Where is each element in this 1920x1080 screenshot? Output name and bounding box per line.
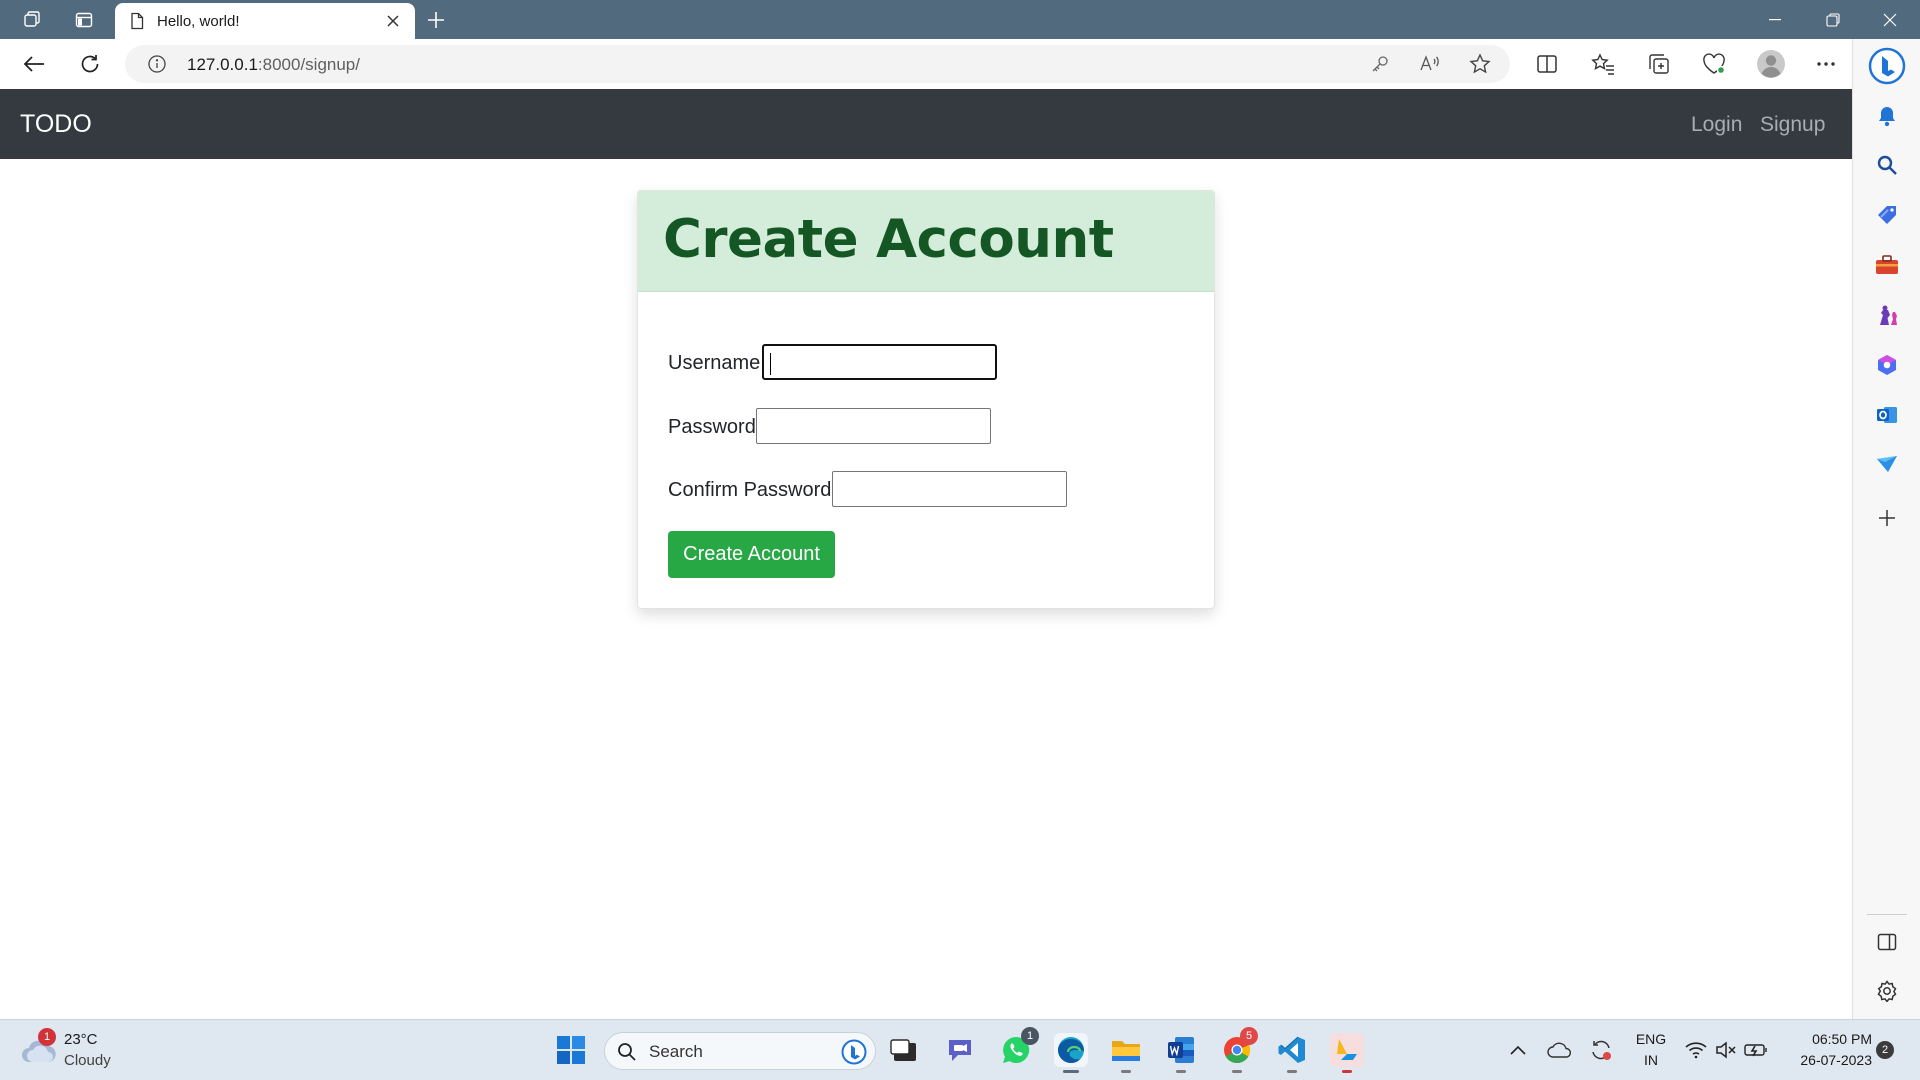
weather-description[interactable]: Cloudy [64,1052,111,1069]
running-app-indicator [1287,1070,1297,1073]
chrome-icon[interactable]: 5 [1220,1027,1258,1073]
bing-search-icon [841,1039,867,1065]
browser-toolbar: 127.0.0.1:8000/signup/ [0,39,1920,89]
username-label: Username [668,352,761,374]
outlook-icon[interactable] [1875,403,1899,427]
refresh-icon[interactable] [76,50,104,78]
pinned-app-icon[interactable] [1330,1033,1364,1073]
site-navbar: TODO Login Signup [0,89,1852,159]
wifi-icon[interactable] [1682,1033,1710,1067]
restore-icon[interactable] [1811,6,1855,34]
page-icon [131,12,144,30]
active-app-indicator [1063,1070,1079,1073]
running-app-indicator [1121,1070,1131,1073]
taskbar-search-box[interactable]: Search [604,1032,876,1070]
tab-active[interactable]: Hello, world! [115,3,415,39]
split-screen-icon[interactable] [1533,50,1561,78]
shopping-tag-icon[interactable] [1875,203,1899,227]
weather-temperature[interactable]: 23°C [64,1031,98,1048]
password-label: Password [668,416,756,438]
bing-copilot-icon[interactable] [1867,46,1907,86]
password-input[interactable] [756,408,991,444]
sync-update-icon[interactable] [1586,1033,1616,1067]
microsoft365-icon[interactable] [1875,353,1899,377]
text-caret [770,353,771,375]
card-header: Create Account [638,191,1214,292]
clock-date[interactable]: 26-07-2023 [1776,1052,1872,1068]
weather-badge: 1 [38,1028,56,1046]
url-text[interactable]: 127.0.0.1:8000/signup/ [187,55,360,75]
onedrive-cloud-icon[interactable] [1545,1033,1575,1067]
whatsapp-badge: 1 [1021,1027,1039,1045]
favorites-icon[interactable] [1589,50,1617,78]
back-icon[interactable] [20,50,48,78]
games-chess-icon[interactable] [1875,303,1899,327]
start-windows-icon[interactable] [554,1033,588,1067]
url-path: :8000/signup/ [257,55,360,74]
nav-signup-link[interactable]: Signup [1760,113,1825,137]
new-tab-icon[interactable] [424,8,448,32]
site-info-icon[interactable] [145,52,169,76]
navbar-brand[interactable]: TODO [20,110,92,139]
address-bar[interactable]: 127.0.0.1:8000/signup/ [125,45,1510,83]
sidebar-settings-gear-icon[interactable] [1875,979,1899,1003]
username-input[interactable] [762,344,997,380]
edge-browser-icon[interactable] [1054,1033,1088,1073]
running-app-indicator [1176,1070,1186,1073]
weather-widget[interactable]: 1 [20,1028,60,1068]
running-app-indicator [1342,1070,1352,1073]
notifications-bell-icon[interactable] [1875,104,1899,128]
page-viewport: TODO Login Signup Create Account Usernam… [0,89,1852,1019]
sidebar-add-icon[interactable] [1875,506,1899,530]
tab-actions-icon[interactable] [72,8,96,32]
volume-muted-icon[interactable] [1712,1033,1740,1067]
profile-avatar-icon[interactable] [1755,48,1787,80]
battery-charging-icon[interactable] [1742,1033,1770,1067]
windows-taskbar: 1 23°C Cloudy Search 1 5 ENG IN 06:50 PM… [0,1019,1920,1080]
nav-login-link[interactable]: Login [1691,113,1742,137]
running-app-indicator [1232,1070,1242,1073]
password-key-icon[interactable] [1368,52,1392,76]
tab-title: Hello, world! [157,12,240,30]
taskbar-search-placeholder: Search [649,1042,703,1061]
file-explorer-icon[interactable] [1109,1033,1143,1073]
workspaces-icon[interactable] [20,8,44,32]
page-title: Create Account [663,209,1114,270]
close-window-icon[interactable] [1868,6,1912,34]
confirm-password-input[interactable] [832,471,1067,507]
vscode-icon[interactable] [1275,1033,1309,1073]
browser-essentials-icon[interactable] [1700,50,1728,78]
input-language-top[interactable]: ENG [1631,1031,1671,1047]
edge-sidebar [1852,39,1920,1019]
close-tab-icon[interactable] [383,11,403,31]
taskbar-search-icon [618,1043,636,1061]
clock-time[interactable]: 06:50 PM [1776,1031,1872,1047]
word-icon[interactable] [1164,1033,1198,1073]
drop-send-icon[interactable] [1875,452,1899,476]
hide-sidebar-icon[interactable] [1875,930,1899,954]
teams-chat-icon[interactable] [943,1033,977,1067]
create-account-button[interactable]: Create Account [668,531,835,578]
read-aloud-icon[interactable] [1418,52,1442,76]
notification-count-badge[interactable]: 2 [1876,1041,1894,1059]
task-view-icon[interactable] [887,1033,921,1067]
sidebar-divider [1867,914,1907,915]
whatsapp-icon[interactable]: 1 [999,1027,1039,1067]
more-menu-icon[interactable] [1812,50,1840,78]
chrome-badge: 5 [1240,1027,1258,1045]
tools-briefcase-icon[interactable] [1875,253,1899,277]
browser-tabstrip: Hello, world! [0,0,1920,39]
favorite-star-icon[interactable] [1468,52,1492,76]
collections-icon[interactable] [1645,50,1673,78]
sidebar-search-icon[interactable] [1875,153,1899,177]
url-host: 127.0.0.1 [187,55,258,74]
show-hidden-icons-chevron-icon[interactable] [1505,1033,1531,1067]
signup-card: Create Account Username Password Confirm… [637,190,1215,609]
confirm-password-label: Confirm Password [668,479,832,501]
input-language-bottom[interactable]: IN [1631,1052,1671,1068]
minimize-icon[interactable] [1753,6,1797,34]
